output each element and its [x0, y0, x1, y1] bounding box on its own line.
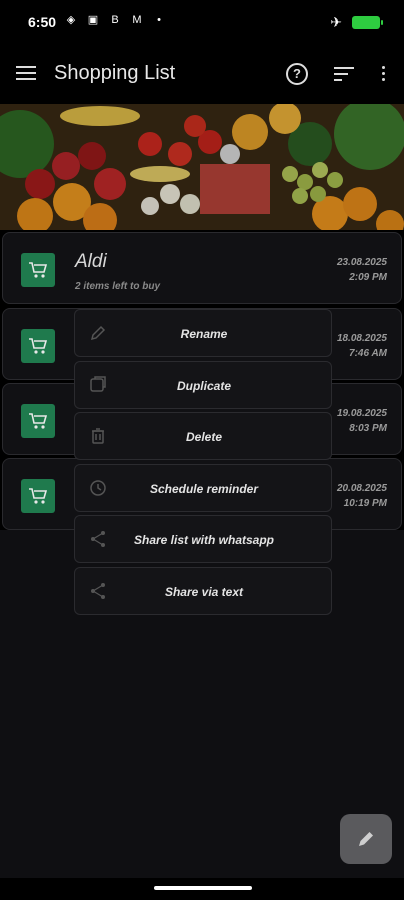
shopping-cart-icon [21, 329, 55, 363]
menu-item-label: Duplicate [176, 379, 231, 393]
app-notification-icon: ▣ [87, 14, 99, 26]
dot-icon: • [157, 14, 161, 26]
share-text-menu-item[interactable]: Share via text [74, 567, 332, 615]
pencil-icon [359, 832, 373, 846]
navigation-bar [0, 878, 404, 900]
edit-fab-button[interactable] [340, 814, 392, 864]
list-name: Aldi [75, 251, 107, 272]
shopping-cart-icon [21, 479, 55, 513]
status-time: 6:50 [28, 14, 57, 30]
sort-icon[interactable] [334, 67, 354, 85]
menu-item-label: Rename [180, 327, 228, 341]
airplane-mode-icon: ✈ [330, 14, 342, 30]
duplicate-menu-item[interactable]: Duplicate [74, 361, 332, 409]
list-date: 19.08.2025 [336, 408, 387, 419]
app-bar: Shopping List ? [0, 44, 404, 104]
status-bar: 6:50 ◈ ▣ B M • ✈ [0, 0, 404, 44]
list-date: 23.08.2025 [336, 257, 387, 268]
list-item[interactable]: Aldi 2 items left to buy 23.08.2025 2:09… [2, 232, 402, 304]
list-date: 20.08.2025 [336, 483, 387, 494]
help-icon[interactable]: ? [286, 63, 308, 85]
list-time: 7:46 AM [349, 348, 387, 359]
b-app-icon: B [111, 14, 119, 26]
gmail-icon: M [132, 14, 142, 26]
list-time: 10:19 PM [343, 498, 387, 509]
hamburger-menu-icon[interactable] [16, 66, 36, 84]
list-time: 2:09 PM [349, 272, 387, 283]
shopping-cart-icon [21, 253, 55, 287]
schedule-reminder-menu-item[interactable]: Schedule reminder [74, 464, 332, 512]
menu-item-label: Share list with whatsapp [133, 533, 275, 547]
list-date: 18.08.2025 [336, 333, 387, 344]
battery-icon [352, 16, 383, 29]
menu-item-label: Share via text [164, 585, 244, 599]
list-subtitle: 2 items left to buy [75, 281, 161, 292]
more-options-icon[interactable] [382, 66, 386, 84]
rename-menu-item[interactable]: Rename [74, 309, 332, 357]
menu-item-label: Schedule reminder [149, 482, 259, 496]
location-icon: ◈ [66, 14, 76, 26]
status-right: ✈ [330, 14, 383, 31]
home-gesture-handle[interactable] [154, 886, 252, 890]
share-whatsapp-menu-item[interactable]: Share list with whatsapp [74, 515, 332, 563]
notification-icons: ◈ ▣ B M • [64, 13, 166, 27]
list-time: 8:03 PM [349, 423, 387, 434]
menu-item-label: Delete [185, 430, 223, 444]
delete-menu-item[interactable]: Delete [74, 412, 332, 460]
shopping-cart-icon [21, 404, 55, 438]
fruit-banner-image [0, 104, 404, 230]
page-title: Shopping List [54, 62, 176, 84]
